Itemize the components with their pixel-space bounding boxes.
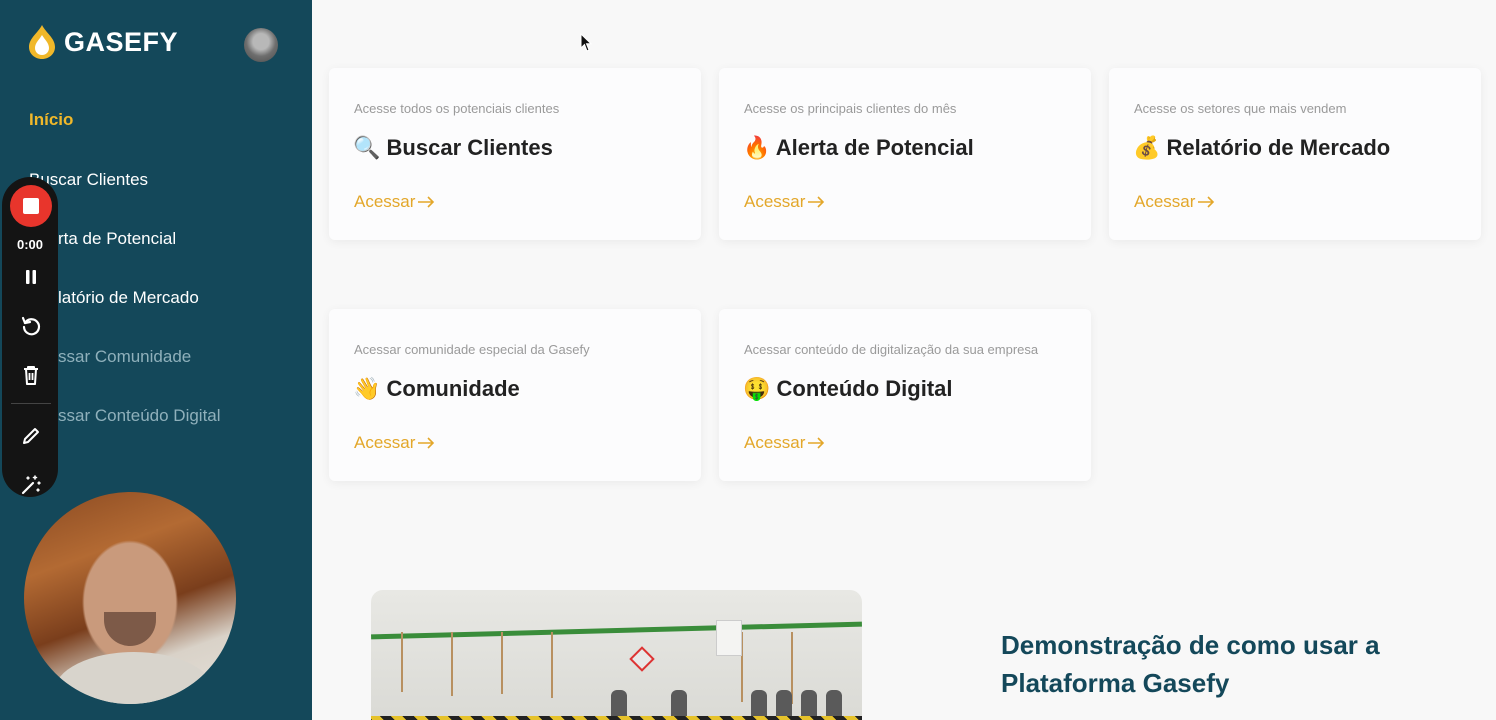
pause-button[interactable] xyxy=(18,264,44,290)
money-bag-emoji-icon: 💰 xyxy=(1133,135,1161,160)
card-subtitle: Acessar conteúdo de digitalização da sua… xyxy=(744,342,1039,357)
user-avatar[interactable] xyxy=(244,28,278,62)
waving-hand-emoji-icon: 👋 xyxy=(353,376,381,401)
gas-tube xyxy=(451,632,453,696)
pause-icon xyxy=(26,270,36,284)
gas-pipe xyxy=(371,621,862,640)
arrow-right-icon xyxy=(1198,196,1215,208)
demo-video-thumbnail[interactable] xyxy=(371,590,862,720)
brand-name: GASEFY xyxy=(64,26,179,57)
card-title: 👋 Comunidade xyxy=(353,376,520,401)
restart-button[interactable] xyxy=(18,313,44,339)
sidebar-item-relatorio-mercado[interactable]: latório de Mercado xyxy=(58,288,199,308)
arrow-right-icon xyxy=(418,437,435,449)
pencil-icon xyxy=(23,428,39,444)
card-comunidade: Acessar comunidade especial da Gasefy 👋 … xyxy=(329,309,701,481)
card-title: 🔍 Buscar Clientes xyxy=(353,135,553,160)
sidebar-item-inicio[interactable]: Início xyxy=(29,110,73,130)
brand-logo[interactable]: GASEFY xyxy=(28,24,178,60)
hazard-floor-stripe xyxy=(371,716,862,720)
magic-wand-icon xyxy=(21,475,41,495)
webcam-person-beard xyxy=(104,612,156,646)
card-alerta-potencial: Acesse os principais clientes do mês 🔥 A… xyxy=(719,68,1091,240)
card-conteudo-digital: Acessar conteúdo de digitalização da sua… xyxy=(719,309,1091,481)
stop-icon xyxy=(23,198,39,214)
money-mouth-emoji-icon: 🤑 xyxy=(743,376,771,401)
restart-icon xyxy=(21,316,41,336)
arrow-right-icon xyxy=(808,437,825,449)
hazard-sign xyxy=(629,646,655,672)
gas-tube xyxy=(551,632,553,698)
card-access-link[interactable]: Acessar xyxy=(354,433,435,453)
card-relatorio-mercado: Acesse os setores que mais vendem 💰 Rela… xyxy=(1109,68,1481,240)
toolbar-divider xyxy=(11,403,51,404)
card-buscar-clientes: Acesse todos os potenciais clientes 🔍 Bu… xyxy=(329,68,701,240)
stop-recording-button[interactable] xyxy=(10,185,52,227)
card-subtitle: Acessar comunidade especial da Gasefy xyxy=(354,342,590,357)
card-subtitle: Acesse os setores que mais vendem xyxy=(1134,101,1347,116)
sidebar-item-comunidade[interactable]: ssar Comunidade xyxy=(58,347,191,367)
demo-section-title: Demonstração de como usar a Plataforma G… xyxy=(1001,630,1380,698)
card-title: 🔥 Alerta de Potencial xyxy=(743,135,974,160)
magnifier-emoji-icon: 🔍 xyxy=(353,135,381,160)
draw-button[interactable] xyxy=(18,423,44,449)
card-access-link[interactable]: Acessar xyxy=(744,192,825,212)
arrow-right-icon xyxy=(418,196,435,208)
mouse-cursor-icon xyxy=(580,33,593,52)
flame-logo-icon xyxy=(29,25,55,59)
sidebar-item-conteudo-digital[interactable]: ssar Conteúdo Digital xyxy=(58,406,221,426)
gas-tube xyxy=(501,632,503,694)
arrow-right-icon xyxy=(808,196,825,208)
recorder-toolbar: 0:00 xyxy=(2,177,58,497)
gas-panel xyxy=(716,620,742,656)
card-access-link[interactable]: Acessar xyxy=(1134,192,1215,212)
card-subtitle: Acesse os principais clientes do mês xyxy=(744,101,957,116)
trash-icon xyxy=(24,366,38,385)
webcam-bubble[interactable] xyxy=(24,492,236,704)
sidebar-item-alerta-potencial[interactable]: rta de Potencial xyxy=(58,229,176,249)
card-access-link[interactable]: Acessar xyxy=(354,192,435,212)
webcam-person-shirt xyxy=(54,652,214,704)
effects-button[interactable] xyxy=(18,472,44,498)
delete-button[interactable] xyxy=(18,362,44,388)
recording-timer: 0:00 xyxy=(16,237,44,252)
card-title: 💰 Relatório de Mercado xyxy=(1133,135,1391,160)
card-title: 🤑 Conteúdo Digital xyxy=(743,376,953,401)
card-access-link[interactable]: Acessar xyxy=(744,433,825,453)
gas-tube xyxy=(401,632,403,692)
fire-emoji-icon: 🔥 xyxy=(743,135,771,160)
card-subtitle: Acesse todos os potenciais clientes xyxy=(354,101,560,116)
